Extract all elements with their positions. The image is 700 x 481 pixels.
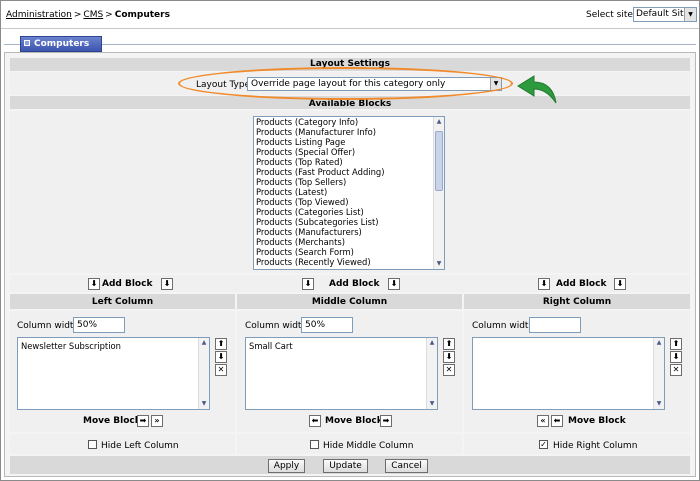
left-column-blocks-list[interactable]: Newsletter Subscription ▲ ▼ [17,337,210,410]
scroll-down-icon[interactable]: ▼ [199,399,209,409]
add-block-right-button[interactable]: Add Block [556,279,606,289]
scrollbar[interactable]: ▲ ▼ [433,117,444,269]
column-width-label: Column width [472,321,535,331]
left-arrow-icon[interactable]: ⬅ [309,415,321,427]
available-blocks-list[interactable]: Products (Category Info) Products (Manuf… [253,116,445,270]
scroll-up-icon[interactable]: ▲ [199,338,209,348]
breadcrumb: Administration > CMS > Computers [6,10,170,20]
breadcrumb-administration[interactable]: Administration [6,10,72,20]
curved-arrow-icon [517,75,557,104]
breadcrumb-cms[interactable]: CMS [83,10,103,20]
down-arrow-icon[interactable]: ⬇ [215,351,227,363]
hide-right-column-checkbox[interactable]: ✓ [539,440,548,449]
double-right-arrow-icon[interactable]: » [151,415,163,427]
double-left-arrow-icon[interactable]: « [537,415,549,427]
down-arrow-icon[interactable]: ⬇ [670,351,682,363]
list-item[interactable]: Products (Top Viewed) [254,197,444,207]
right-arrow-icon[interactable]: ➡ [380,415,392,427]
left-column-header: Left Column [10,294,235,309]
down-arrow-icon[interactable]: ⬇ [388,278,400,290]
hide-middle-column-label: Hide Middle Column [323,441,414,451]
left-column-width-input[interactable]: 50% [73,317,125,333]
scroll-down-icon[interactable]: ▼ [654,399,664,409]
middle-column-blocks-list[interactable]: Small Cart ▲ ▼ [245,337,438,410]
list-item[interactable]: Newsletter Subscription [18,338,209,351]
down-arrow-icon[interactable]: ⬇ [538,278,550,290]
right-column-blocks-list[interactable]: ▲ ▼ [472,337,665,410]
list-item[interactable]: Products (Merchants) [254,237,444,247]
hide-left-column-checkbox[interactable] [88,440,97,449]
site-select[interactable]: Default Site ▼ [633,7,697,22]
close-icon[interactable]: ✕ [215,364,227,376]
right-arrow-icon[interactable]: ➡ [137,415,149,427]
scrollbar[interactable]: ▲ ▼ [653,338,664,409]
list-item[interactable]: Products (Latest) [254,187,444,197]
scroll-up-icon[interactable]: ▲ [654,338,664,348]
scroll-down-icon[interactable]: ▼ [434,259,444,269]
panel-divider [4,44,696,45]
scrollbar-thumb[interactable] [435,131,443,191]
middle-column-header: Middle Column [237,294,462,309]
list-item[interactable]: Products (Top Rated) [254,157,444,167]
add-block-middle-button[interactable]: Add Block [329,279,379,289]
select-site-label: Select site: [586,10,636,20]
up-arrow-icon[interactable]: ⬆ [670,338,682,350]
hide-right-column-label: Hide Right Column [553,441,638,451]
chevron-down-icon: ▼ [684,8,696,21]
top-bar: Administration > CMS > Computers Select site… [1,1,699,29]
hide-middle-column-checkbox[interactable] [310,440,319,449]
list-item[interactable]: Products (Subcategories List) [254,217,444,227]
cancel-button[interactable]: Cancel [385,459,428,473]
list-item[interactable]: Products (Search Form) [254,247,444,257]
left-arrow-icon[interactable]: ⬅ [551,415,563,427]
list-item[interactable]: Products (Category Info) [254,117,444,127]
list-item[interactable]: Products (Special Offer) [254,147,444,157]
middle-column-width-input[interactable]: 50% [301,317,353,333]
close-icon[interactable]: ✕ [670,364,682,376]
down-arrow-icon[interactable]: ⬇ [443,351,455,363]
scroll-up-icon[interactable]: ▲ [434,117,444,127]
move-block-middle-label: Move Block [325,416,383,426]
list-item[interactable]: Products (Manufacturer Info) [254,127,444,137]
scrollbar[interactable]: ▲ ▼ [426,338,437,409]
site-select-value: Default Site [636,9,690,19]
breadcrumb-separator: > [105,10,113,20]
up-arrow-icon[interactable]: ⬆ [443,338,455,350]
tab-icon [24,40,30,46]
tab-label: Computers [34,39,90,49]
update-button[interactable]: Update [323,459,368,473]
highlight-ellipse [178,67,513,100]
list-item[interactable]: Products (Fast Product Adding) [254,167,444,177]
list-item[interactable]: Products (Recently Viewed) [254,257,444,267]
column-width-label: Column width [17,321,80,331]
move-block-right-label: Move Block [568,416,626,426]
list-item[interactable]: Products (Categories List) [254,207,444,217]
up-arrow-icon[interactable]: ⬆ [215,338,227,350]
right-column-width-input[interactable] [529,317,581,333]
tab-computers[interactable]: Computers [20,36,102,52]
scroll-down-icon[interactable]: ▼ [427,399,437,409]
down-arrow-icon[interactable]: ⬇ [88,278,100,290]
breadcrumb-current: Computers [114,10,170,20]
breadcrumb-separator: > [73,10,82,20]
list-item[interactable]: Small Cart [246,338,437,351]
down-arrow-icon[interactable]: ⬇ [614,278,626,290]
list-item[interactable]: Products (Top Sellers) [254,177,444,187]
scrollbar[interactable]: ▲ ▼ [198,338,209,409]
move-block-left-label: Move Block [83,416,141,426]
list-item[interactable]: Products Listing Page [254,137,444,147]
apply-button[interactable]: Apply [268,459,305,473]
scroll-up-icon[interactable]: ▲ [427,338,437,348]
right-column-header: Right Column [464,294,690,309]
hide-left-column-label: Hide Left Column [101,441,179,451]
column-width-label: Column width [245,321,308,331]
list-item[interactable]: Products (Manufacturers) [254,227,444,237]
close-icon[interactable]: ✕ [443,364,455,376]
add-block-left-button[interactable]: Add Block [102,279,152,289]
down-arrow-icon[interactable]: ⬇ [161,278,173,290]
down-arrow-icon[interactable]: ⬇ [302,278,314,290]
